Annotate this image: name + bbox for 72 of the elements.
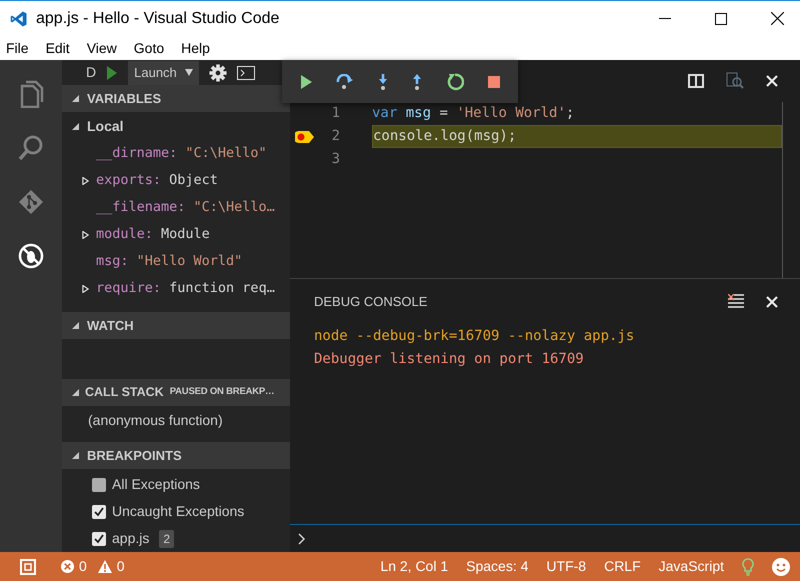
branch-icon[interactable] — [17, 188, 45, 216]
maximize-icon[interactable] — [715, 12, 727, 24]
collapse-icon[interactable] — [72, 123, 79, 130]
status-label: PAUSED ON BREAKP… — [170, 385, 274, 400]
step-over-icon[interactable] — [336, 74, 354, 90]
checkbox[interactable] — [92, 478, 106, 492]
terminal-icon[interactable] — [236, 66, 255, 80]
variable-entry[interactable]: require: function req… — [96, 278, 275, 299]
stop-icon[interactable] — [488, 76, 500, 88]
breakpoint-icon[interactable] — [295, 130, 315, 142]
scope-label[interactable]: Local — [87, 116, 124, 137]
debug-label: D — [86, 63, 96, 82]
settings-icon[interactable] — [208, 64, 227, 82]
variable-entry[interactable]: module: Module — [96, 224, 210, 245]
variable-entry[interactable]: msg: "Hello World" — [96, 251, 242, 272]
variable-entry[interactable]: __dirname: "C:\Hello" — [96, 143, 267, 164]
code-line: var msg = 'Hello World'; — [372, 104, 576, 123]
menu-item[interactable]: View — [86, 38, 117, 58]
panel-title: DEBUG CONSOLE — [314, 293, 428, 312]
status-item[interactable]: CRLF — [604, 556, 641, 577]
line-number: 3 — [330, 150, 340, 169]
window-title: app.js - Hello - Visual Studio Code — [36, 8, 280, 28]
status-item[interactable]: Spaces: 4 — [466, 556, 528, 577]
variable-entry[interactable]: __filename: "C:\Hello… — [96, 197, 275, 218]
problems-indicator[interactable]: 0 0 — [61, 556, 125, 577]
section-header[interactable]: VARIABLES — [62, 85, 290, 112]
status-item[interactable]: UTF-8 — [546, 556, 586, 577]
minimize-icon[interactable] — [659, 18, 671, 20]
console-line: Debugger listening on port 16709 — [314, 350, 585, 369]
checkbox[interactable] — [92, 532, 106, 546]
status-item[interactable]: Ln 2, Col 1 — [380, 556, 448, 577]
app-logo-icon — [10, 10, 28, 28]
variable-entry[interactable]: exports: Object — [96, 170, 218, 191]
breakpoint-label: app.js — [112, 529, 150, 548]
step-into-icon[interactable] — [378, 74, 388, 90]
collapse-icon[interactable] — [72, 322, 79, 329]
line-number: 1 — [330, 104, 340, 123]
start-icon[interactable] — [106, 64, 118, 80]
restart-icon[interactable] — [446, 72, 464, 90]
caret-icon — [184, 69, 193, 76]
smiley-icon[interactable] — [772, 558, 790, 576]
section-header[interactable]: WATCH — [62, 312, 290, 339]
menu-item[interactable]: Help — [181, 38, 210, 58]
search-icon[interactable] — [17, 134, 45, 162]
stack-frame[interactable]: (anonymous function) — [88, 410, 223, 430]
split-editor-icon[interactable] — [688, 73, 704, 89]
expand-icon[interactable] — [82, 176, 89, 184]
collapse-icon[interactable] — [72, 389, 79, 396]
feedback-icon[interactable] — [20, 558, 36, 574]
search-icon[interactable] — [726, 72, 744, 90]
menu-item[interactable]: File — [6, 38, 29, 58]
prompt-icon — [298, 532, 306, 544]
breakpoint-label: All Exceptions — [112, 475, 200, 494]
status-item[interactable]: JavaScript — [658, 556, 724, 577]
close-icon[interactable] — [770, 12, 784, 25]
collapse-icon[interactable] — [72, 95, 79, 102]
count-badge: 2 — [159, 530, 174, 548]
configuration-dropdown[interactable]: Launch — [128, 60, 199, 84]
step-out-icon[interactable] — [412, 74, 422, 90]
section-header[interactable]: CALL STACK PAUSED ON BREAKP… — [62, 379, 290, 406]
menu-item[interactable]: Edit — [46, 38, 70, 58]
console-line: node --debug-brk=16709 --nolazy app.js — [314, 327, 636, 346]
breakpoint-label: Uncaught Exceptions — [112, 502, 244, 521]
section-header[interactable]: BREAKPOINTS — [62, 442, 290, 469]
collapse-icon[interactable] — [72, 452, 79, 459]
expand-icon[interactable] — [82, 284, 89, 292]
menu-item[interactable]: Goto — [134, 38, 164, 58]
line-number: 2 — [330, 127, 340, 146]
clear-console-icon[interactable] — [728, 294, 744, 310]
continue-icon[interactable] — [300, 74, 312, 88]
expand-icon[interactable] — [82, 230, 89, 238]
checkbox[interactable] — [92, 504, 106, 518]
